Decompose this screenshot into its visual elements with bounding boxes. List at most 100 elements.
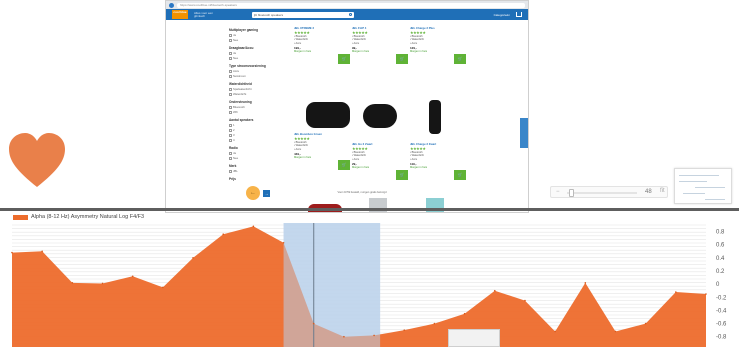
filter-group-title: Prijs <box>229 177 236 181</box>
checkbox-icon[interactable] <box>229 33 232 37</box>
y-tick-label: -0.6 <box>716 322 727 328</box>
product-card[interactable]: JBL Charge 3 Plus ★★★★★ • Bluetooth • Water… <box>410 26 466 64</box>
zoom-fit-button[interactable]: fit <box>660 188 665 194</box>
video-thumbnail[interactable] <box>448 329 500 347</box>
zoom-track[interactable] <box>567 192 637 194</box>
product-feature: • Accu <box>352 41 360 45</box>
y-tick-label: -0.8 <box>716 335 727 341</box>
checkbox-icon[interactable] <box>229 110 232 114</box>
product-card[interactable]: JBL Boombox Groen ★★★★★ • Bluetooth • Water… <box>294 132 350 170</box>
search-icon[interactable] <box>349 12 352 16</box>
filter-option[interactable]: 1 <box>229 123 273 127</box>
product-card[interactable]: JBL Charge 3 Zwart ★★★★★ • Bluetooth • Wate… <box>410 142 466 180</box>
filter-option[interactable]: Ja <box>229 33 273 37</box>
filter-option[interactable]: 2 <box>229 128 273 132</box>
checkbox-icon[interactable] <box>229 169 232 173</box>
data-point <box>554 330 556 333</box>
product-card[interactable]: JBL Go 2 Zwart ★★★★★ • Bluetooth • Waterdic… <box>352 142 408 180</box>
feedback-tab[interactable] <box>520 118 528 148</box>
data-point <box>524 299 526 302</box>
data-point <box>463 312 466 315</box>
y-tick-label: -0.4 <box>716 308 727 314</box>
browser-url-bar[interactable]: https://www.coolblue.nl/bluetooth-speake… <box>177 2 525 8</box>
filter-option[interactable]: Spatwaterdicht <box>229 87 273 91</box>
filter-option[interactable]: Wifi <box>229 110 273 114</box>
filter-option[interactable]: 3 <box>229 133 273 137</box>
filter-option-label: Ja <box>233 33 236 37</box>
browser-back-icon[interactable] <box>169 2 174 8</box>
filter-option[interactable]: JBL <box>229 169 273 173</box>
add-to-cart-button[interactable]: 🛒 <box>338 160 350 170</box>
filter-option[interactable]: Nee <box>229 156 273 160</box>
checkbox-icon[interactable] <box>229 105 232 109</box>
checkbox-icon[interactable] <box>229 51 232 55</box>
add-to-cart-button[interactable]: 🛒 <box>454 170 466 180</box>
data-point <box>192 257 194 259</box>
site-logo[interactable]: cool blue <box>172 10 188 19</box>
minimap-thumbnail[interactable] <box>674 168 732 204</box>
filter-option[interactable]: Ja <box>229 51 273 55</box>
checkbox-icon[interactable] <box>229 56 232 60</box>
zoom-out-button[interactable]: − <box>556 189 560 195</box>
data-point <box>675 291 677 293</box>
checkbox-icon[interactable] <box>229 156 232 160</box>
filter-option-label: 3 <box>233 133 235 137</box>
product-feature: • Accu <box>410 157 418 161</box>
checkbox-icon[interactable] <box>229 133 232 137</box>
filter-option[interactable]: Waterdicht <box>229 92 273 96</box>
filter-option[interactable]: Ja <box>229 151 273 155</box>
checkbox-icon[interactable] <box>229 151 232 155</box>
product-card[interactable]: JBL FLIP 4 ★★★★★ • Bluetooth • Waterdicht • … <box>352 26 408 64</box>
browser-screenshot: https://www.coolblue.nl/bluetooth-speake… <box>165 0 529 213</box>
checkbox-icon[interactable] <box>229 87 232 91</box>
data-point <box>403 329 406 331</box>
selection-overlay <box>283 223 381 347</box>
filter-option[interactable]: Nee <box>229 56 273 60</box>
filter-option-label: 2 <box>233 128 235 132</box>
filter-option-label: Wifi <box>233 110 238 114</box>
data-point <box>222 233 225 235</box>
filter-option-label: Accu <box>233 69 240 73</box>
filter-option-label: Nee <box>233 156 239 160</box>
cart-icon: 🛒 <box>341 162 347 167</box>
checkbox-icon[interactable] <box>229 138 232 142</box>
previous-page-button[interactable]: ← <box>246 186 260 200</box>
data-point <box>252 225 255 228</box>
filter-option-label: Waterdicht <box>233 92 247 96</box>
filter-option[interactable]: 4 <box>229 138 273 142</box>
checkbox-icon[interactable] <box>229 74 232 78</box>
site-search-value: jbl bluetooth speakers <box>254 12 284 17</box>
filter-option[interactable]: Accu <box>229 69 273 73</box>
checkbox-icon[interactable] <box>229 92 232 96</box>
filter-option-label: 1 <box>233 123 235 127</box>
add-to-cart-button[interactable]: 🛒 <box>454 54 466 64</box>
heart-icon[interactable] <box>7 131 67 191</box>
chart-legend: Alpha (8-12 Hz) Asymmetry Natural Log F4… <box>13 214 144 220</box>
cart-icon[interactable] <box>516 12 522 17</box>
data-point <box>705 293 707 295</box>
y-tick-label: 0.4 <box>716 256 725 262</box>
next-page-button[interactable]: → <box>263 190 270 197</box>
add-to-cart-button[interactable]: 🛒 <box>396 54 408 64</box>
site-search-input[interactable]: jbl bluetooth speakers <box>252 11 354 18</box>
filter-group-title: Multiplayer gaming <box>229 28 259 32</box>
data-point <box>282 241 285 244</box>
filter-option[interactable]: Netstroom <box>229 74 273 78</box>
zoom-slider-handle[interactable] <box>569 189 574 197</box>
add-to-cart-button[interactable]: 🛒 <box>396 170 408 180</box>
y-tick-label: 0.6 <box>716 243 725 249</box>
y-tick-label: -0.2 <box>716 295 727 301</box>
filter-option-label: Netstroom <box>233 74 246 78</box>
filter-option[interactable]: Bluetooth <box>229 105 273 109</box>
product-card[interactable]: JBL XTREME 2 ★★★★★ • Bluetooth • Waterdicht… <box>294 26 350 64</box>
add-to-cart-button[interactable]: 🛒 <box>338 54 350 64</box>
categories-menu[interactable]: Categorieën <box>494 13 510 17</box>
checkbox-icon[interactable] <box>229 69 232 73</box>
checkbox-icon[interactable] <box>229 128 232 132</box>
checkbox-icon[interactable] <box>229 123 232 127</box>
filter-option[interactable]: Nee <box>229 38 273 42</box>
product-feature: • Accu <box>352 157 360 161</box>
checkbox-icon[interactable] <box>229 38 232 42</box>
chart-plot[interactable]: 0.8 0.6 0.4 0.2 0 -0.2 -0.4 -0.6 -0.8 <box>0 208 739 347</box>
data-point <box>644 322 647 325</box>
